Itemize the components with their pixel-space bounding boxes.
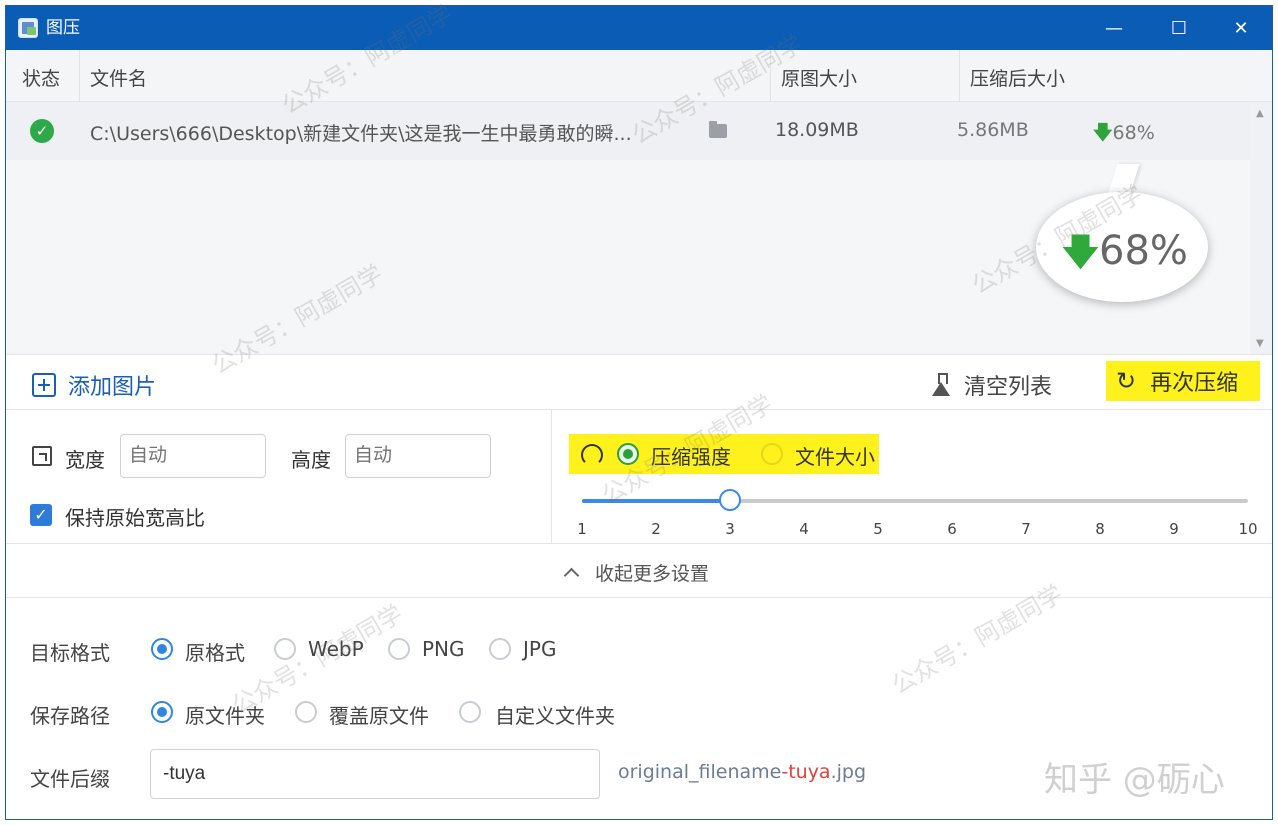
collapse-settings-row[interactable]: 收起更多设置 [6, 544, 1272, 598]
action-toolbar: 添加图片 清空列表 ↻ 再次压缩 [6, 354, 1272, 410]
save-radio-overwrite[interactable] [295, 701, 317, 723]
format-option-original[interactable]: 原格式 [185, 637, 245, 666]
strength-slider-track[interactable] [582, 499, 1248, 503]
recompress-button[interactable]: ↻ 再次压缩 [1106, 361, 1260, 401]
compressed-size: 5.86MB [957, 119, 1029, 141]
add-image-button[interactable]: 添加图片 [32, 369, 156, 401]
table-scrollbar[interactable]: ▲ ▼ [1250, 102, 1272, 354]
format-radio-png[interactable] [388, 638, 410, 660]
add-image-label: 添加图片 [68, 375, 157, 400]
clear-list-button[interactable]: 清空列表 [932, 369, 1052, 401]
scroll-down-arrow-icon[interactable]: ▼ [1256, 338, 1264, 349]
format-radio-original[interactable] [151, 638, 173, 660]
strength-mode-label[interactable]: 压缩强度 [651, 441, 731, 470]
title-bar[interactable]: 图压 — ☐ ✕ [6, 6, 1272, 50]
slider-tick-label: 1 [577, 520, 587, 538]
width-label: 宽度 [65, 448, 105, 472]
format-radio-webp[interactable] [274, 638, 296, 660]
collapse-settings-button[interactable]: 收起更多设置 [562, 559, 709, 586]
save-option-custom-folder[interactable]: 自定义文件夹 [495, 700, 615, 729]
format-option-png[interactable]: PNG [422, 637, 465, 661]
keep-ratio-checkbox[interactable]: ✓ [30, 504, 52, 526]
refresh-icon: ↻ [1116, 367, 1137, 395]
format-option-jpg[interactable]: JPG [523, 637, 556, 661]
format-option-webp[interactable]: WebP [308, 637, 364, 661]
format-radio-jpg[interactable] [489, 638, 511, 660]
flask-icon [932, 373, 950, 397]
down-arrow-icon: 🡇 [1093, 122, 1113, 144]
save-radio-custom-folder[interactable] [459, 701, 481, 723]
table-row[interactable]: ✓ C:\Users\666\Desktop\新建文件夹\这是我一生中最勇敢的瞬… [6, 102, 1250, 160]
preview-suffix: -tuya [781, 761, 831, 783]
collapse-settings-label: 收起更多设置 [595, 563, 710, 585]
recompress-label: 再次压缩 [1150, 371, 1239, 396]
settings-panel: 宽度 高度 ✓ 保持原始宽高比 压缩强度 文件大小 1 2 3 4 5 6 7 8 9 10 [6, 410, 1272, 544]
strength-slider-fill [582, 499, 730, 503]
column-divider[interactable] [770, 50, 771, 102]
height-label: 高度 [291, 448, 331, 472]
minimize-button[interactable]: — [1083, 6, 1145, 50]
preview-extension: .jpg [830, 761, 867, 783]
suffix-preview: original_filename-tuya.jpg [618, 761, 866, 783]
size-mode-radio[interactable] [761, 443, 783, 465]
chevron-up-icon [563, 567, 580, 584]
slider-tick-label: 10 [1238, 520, 1258, 538]
size-mode-label[interactable]: 文件大小 [795, 441, 875, 470]
file-path: C:\Users\666\Desktop\新建文件夹\这是我一生中最勇敢的瞬..… [90, 123, 632, 145]
app-logo-icon [18, 18, 38, 38]
gauge-icon [581, 444, 603, 466]
compress-mode-group: 压缩强度 文件大小 [569, 434, 879, 474]
slider-tick-label: 6 [947, 520, 957, 538]
width-input[interactable] [120, 434, 266, 478]
ratio-callout-text: 🡇68% [1062, 226, 1188, 287]
slider-tick-label: 5 [873, 520, 883, 538]
save-radio-original-folder[interactable] [151, 701, 173, 723]
column-divider[interactable] [959, 50, 960, 102]
column-header-original-size[interactable]: 原图大小 [781, 64, 857, 91]
compression-ratio: 🡇68% [1093, 119, 1155, 151]
strength-slider-thumb[interactable] [719, 489, 741, 511]
brand-watermark: 知乎 @砺心 [1044, 760, 1225, 800]
file-table-header: 状态 文件名 原图大小 压缩后大小 [6, 50, 1272, 102]
ratio-value: 68% [1112, 122, 1155, 144]
column-divider[interactable] [79, 50, 80, 102]
column-header-filename[interactable]: 文件名 [90, 64, 147, 91]
save-option-original-folder[interactable]: 原文件夹 [185, 700, 265, 729]
height-input[interactable] [345, 434, 491, 478]
column-header-compressed-size[interactable]: 压缩后大小 [970, 64, 1065, 91]
settings-divider [551, 410, 552, 544]
slider-tick-label: 2 [651, 520, 661, 538]
keep-ratio-label[interactable]: 保持原始宽高比 [65, 502, 205, 531]
callout-ratio-value: 68% [1099, 228, 1188, 274]
suffix-label: 文件后缀 [30, 767, 110, 791]
slider-tick-label: 4 [799, 520, 809, 538]
app-window: 图压 — ☐ ✕ 状态 文件名 原图大小 压缩后大小 ✓ C:\Users\66… [5, 5, 1273, 820]
strength-mode-radio[interactable] [617, 443, 639, 465]
big-down-arrow-icon: 🡇 [1062, 232, 1100, 273]
slider-tick-label: 9 [1169, 520, 1179, 538]
slider-tick-label: 7 [1021, 520, 1031, 538]
maximize-button[interactable]: ☐ [1148, 6, 1210, 50]
clear-list-label: 清空列表 [964, 375, 1053, 400]
window-title: 图压 [46, 18, 80, 38]
close-button[interactable]: ✕ [1210, 6, 1272, 50]
save-option-overwrite[interactable]: 覆盖原文件 [329, 700, 429, 729]
scroll-up-arrow-icon[interactable]: ▲ [1256, 108, 1264, 119]
success-check-icon: ✓ [30, 119, 54, 143]
preview-filename: original_filename [618, 761, 782, 783]
open-folder-icon[interactable] [709, 121, 727, 138]
slider-tick-label: 8 [1095, 520, 1105, 538]
slider-tick-label: 3 [725, 520, 735, 538]
save-path-label: 保存路径 [30, 704, 110, 728]
column-header-status[interactable]: 状态 [22, 64, 60, 91]
plus-box-icon [32, 373, 56, 397]
original-size: 18.09MB [775, 119, 859, 141]
format-label: 目标格式 [30, 641, 110, 665]
resize-icon [32, 446, 52, 466]
suffix-input[interactable] [150, 749, 600, 799]
